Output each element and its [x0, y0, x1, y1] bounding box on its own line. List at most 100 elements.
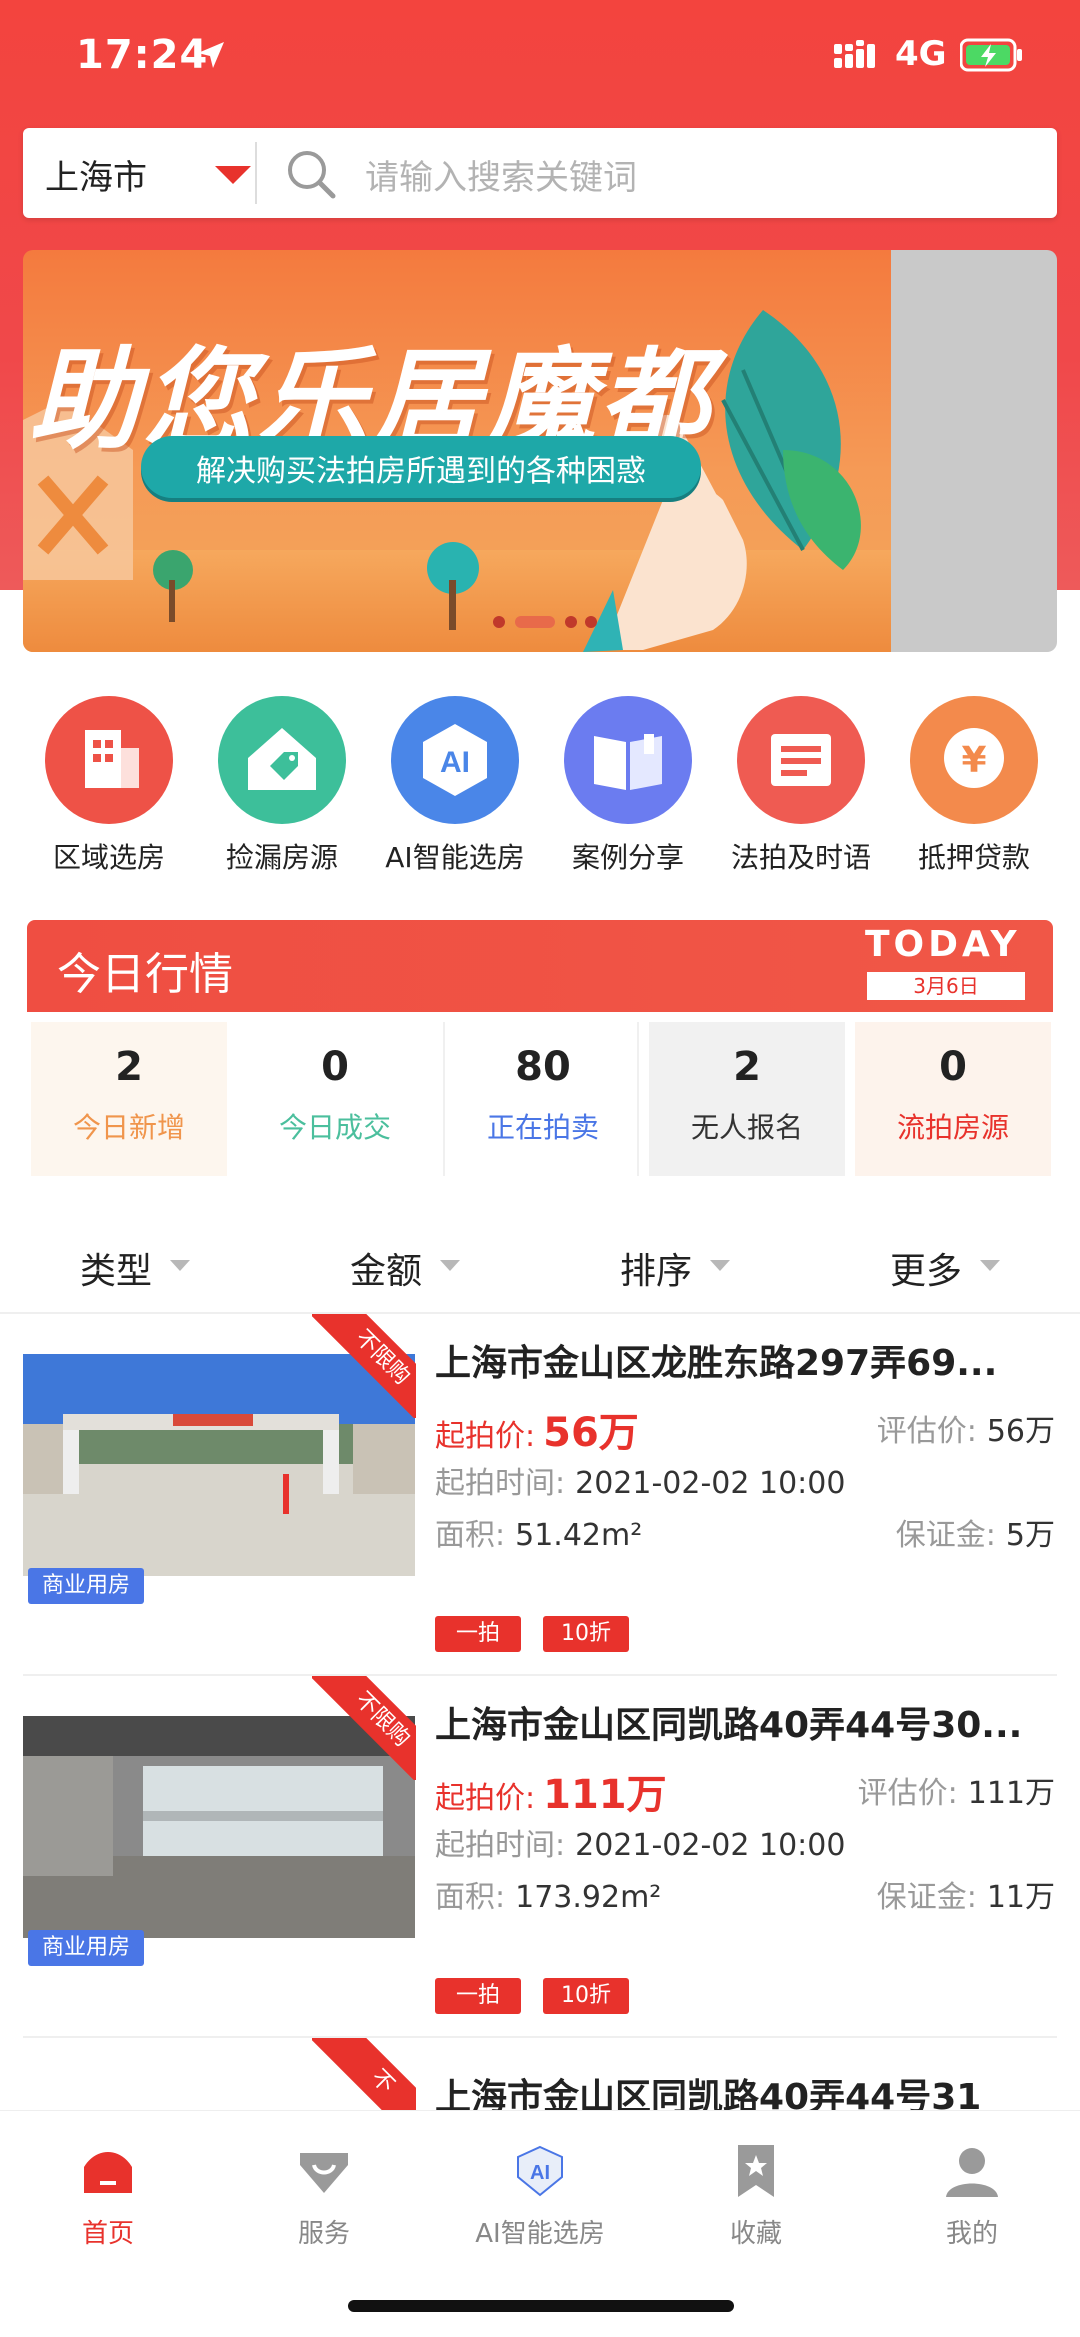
svg-text:AI: AI: [530, 2162, 550, 2184]
signal-icon: [834, 40, 875, 68]
start-time: 2021-02-02 10:00: [575, 1466, 846, 1501]
listing-title: 上海市金山区同凯路40弄44号31: [435, 2077, 982, 2110]
appraisal-value: 56万: [986, 1414, 1055, 1449]
appraisal-label: 评估价:: [876, 1414, 977, 1449]
deposit-label: 保证金:: [895, 1518, 996, 1553]
tab-label: 首页: [81, 2219, 134, 2249]
time-row: 起拍时间: 2021-02-02 10:00: [435, 1820, 845, 1864]
area-value: 173.92m²: [515, 1880, 662, 1915]
city-selector[interactable]: 上海市: [45, 150, 147, 199]
deposit-row: 保证金: 11万: [877, 1872, 1055, 1916]
network-type: 4G: [895, 34, 947, 74]
stat-no-signup[interactable]: 2 无人报名: [649, 1022, 845, 1176]
ai-icon: AI: [423, 724, 487, 796]
area-row: 面积: 51.42m²: [435, 1510, 642, 1554]
tab-label: 我的: [945, 2219, 998, 2249]
stat-value: 0: [939, 1044, 967, 1090]
quick-item-ai[interactable]: AI AI智能选房: [369, 690, 541, 890]
quick-item-loan[interactable]: ¥ 抵押贷款: [888, 690, 1060, 890]
filter-sort[interactable]: 排序: [620, 1242, 692, 1294]
discount-badge: 10折: [543, 1978, 629, 2014]
quick-item-area[interactable]: 区域选房: [23, 690, 195, 890]
banner-dot: [493, 616, 505, 628]
quick-label: 捡漏房源: [225, 841, 338, 874]
property-type-tag: 商业用房: [28, 1568, 144, 1604]
time-label: 起拍时间:: [435, 1828, 566, 1863]
appraisal-value: 111万: [967, 1776, 1055, 1811]
stat-value: 2: [115, 1044, 143, 1090]
corner-tag-text: 不: [312, 2038, 416, 2110]
stat-failed-auction[interactable]: 0 流拍房源: [855, 1022, 1051, 1176]
quick-item-cases[interactable]: 案例分享: [542, 690, 714, 890]
search-input[interactable]: 请输入搜索关键词: [365, 150, 637, 199]
today-date: 3月6日: [867, 972, 1025, 1000]
round-badge: 一拍: [435, 1978, 521, 2014]
stat-value: 2: [733, 1044, 761, 1090]
tab-service[interactable]: 服务: [216, 2143, 432, 2263]
search-bar: 上海市 请输入搜索关键词: [23, 128, 1057, 218]
stat-label: 今日新增: [72, 1111, 185, 1144]
building-icon: [85, 730, 139, 788]
start-price: 111万: [543, 1772, 667, 1818]
listing-card[interactable]: 不 上海市金山区同凯路40弄44号31: [0, 2038, 1080, 2110]
chevron-down-icon: [980, 1260, 1000, 1271]
stat-value: 0: [321, 1044, 349, 1090]
area-label: 面积:: [435, 1880, 506, 1915]
stat-new-today[interactable]: 2 今日新增: [31, 1022, 227, 1176]
quick-label: 案例分享: [571, 841, 684, 874]
price-label: 起拍价:: [435, 1419, 536, 1454]
today-title: 今日行情: [57, 949, 233, 1000]
quick-circle: ¥: [910, 696, 1038, 824]
round-badge: 一拍: [435, 1616, 521, 1652]
listing-card[interactable]: 不限购 商业用房 上海市金山区龙胜东路297弄69... 起拍价: 56万 评估价…: [0, 1314, 1080, 1676]
svg-text:AI: AI: [440, 746, 470, 779]
tab-favorites[interactable]: 收藏: [648, 2143, 864, 2263]
stat-label: 无人报名: [690, 1111, 803, 1144]
quick-circle: [564, 696, 692, 824]
filter-type[interactable]: 类型: [80, 1242, 152, 1294]
quick-circle: [737, 696, 865, 824]
filter-more[interactable]: 更多: [890, 1242, 962, 1294]
profile-icon: [946, 2148, 998, 2197]
chevron-down-icon: [170, 1260, 190, 1271]
discount-badge: 10折: [543, 1616, 629, 1652]
banner-dot: [565, 616, 577, 628]
tab-label: 收藏: [729, 2219, 782, 2249]
tab-ai[interactable]: AI AI智能选房: [432, 2143, 648, 2263]
banner-dot: [585, 616, 597, 628]
listing-card[interactable]: 不限购 商业用房 上海市金山区同凯路40弄44号30... 起拍价: 111万 评…: [0, 1676, 1080, 2038]
home-icon: [84, 2152, 132, 2193]
quick-item-bargain[interactable]: 捡漏房源: [196, 690, 368, 890]
status-time: 17:24: [76, 32, 209, 78]
stat-label: 流拍房源: [896, 1111, 1009, 1144]
chevron-down-icon: [710, 1260, 730, 1271]
price-row: 起拍价: 111万: [435, 1762, 667, 1820]
banner-slide: 助您乐居魔都 解决购买法拍房所遇到的各种困惑: [23, 250, 891, 652]
location-arrow-icon: [198, 42, 224, 68]
time-label: 起拍时间:: [435, 1466, 566, 1501]
stat-auctioning[interactable]: 80 正在拍卖: [443, 1022, 639, 1176]
chevron-down-icon: [440, 1260, 460, 1271]
tab-profile[interactable]: 我的: [864, 2143, 1080, 2263]
listing-title: 上海市金山区同凯路40弄44号30...: [435, 1705, 1023, 1746]
appraisal-label: 评估价:: [857, 1776, 958, 1811]
bookmark-icon: [738, 2145, 774, 2197]
filter-amount[interactable]: 金额: [350, 1242, 422, 1294]
quick-item-news[interactable]: 法拍及时语: [715, 690, 887, 890]
stat-label: 今日成交: [278, 1111, 391, 1144]
price-label: 起拍价:: [435, 1781, 536, 1816]
battery-charging-icon: [960, 38, 1022, 72]
home-indicator: [348, 2300, 734, 2312]
tab-home[interactable]: 首页: [0, 2143, 216, 2263]
service-bag-icon: [300, 2153, 348, 2193]
today-label-en: TODAY: [865, 924, 1021, 965]
promo-banner[interactable]: 助您乐居魔都 解决购买法拍房所遇到的各种困惑: [23, 250, 1057, 652]
time-row: 起拍时间: 2021-02-02 10:00: [435, 1458, 845, 1502]
deposit-label: 保证金:: [876, 1880, 977, 1915]
stat-deals-today[interactable]: 0 今日成交: [237, 1022, 433, 1176]
area-row: 面积: 173.92m²: [435, 1872, 661, 1916]
listing-title: 上海市金山区龙胜东路297弄69...: [435, 1343, 998, 1384]
search-divider: [255, 142, 257, 204]
start-time: 2021-02-02 10:00: [575, 1828, 846, 1863]
city-dropdown-icon[interactable]: [215, 166, 251, 184]
